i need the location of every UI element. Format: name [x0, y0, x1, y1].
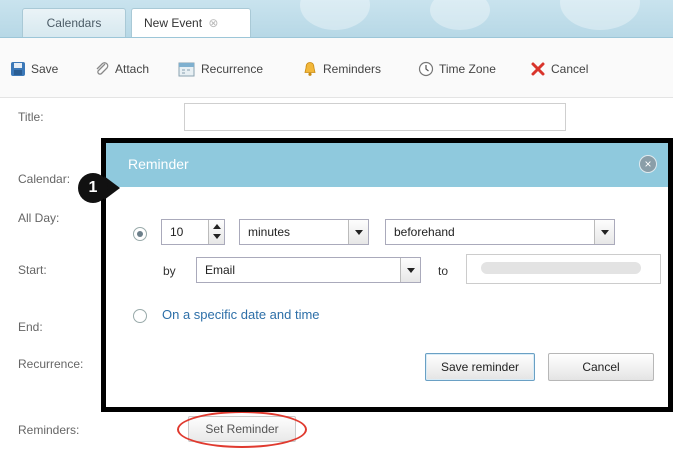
method-select[interactable]: Email: [196, 257, 421, 283]
cancel-button[interactable]: Cancel: [530, 58, 588, 80]
amount-stepper[interactable]: 10: [161, 219, 225, 245]
unit-select[interactable]: minutes: [239, 219, 369, 245]
attach-label: Attach: [115, 62, 150, 76]
clock-icon: [418, 61, 434, 77]
to-label: to: [438, 264, 449, 278]
dialog-header: Reminder ×: [106, 143, 668, 187]
cancel-label: Cancel: [551, 62, 589, 76]
save-reminder-button[interactable]: Save reminder: [425, 353, 535, 381]
step-callout: 1: [78, 173, 108, 203]
reminder-dialog: Reminder × 10 minutes beforehand by Emai…: [101, 138, 673, 412]
reminders-button[interactable]: Reminders: [302, 58, 381, 80]
recipient-field[interactable]: [466, 254, 661, 284]
specific-date-radio[interactable]: [133, 309, 147, 323]
time-zone-label: Time Zone: [439, 62, 496, 76]
calendar-icon: [178, 62, 195, 77]
tab-new-event-label: New Event: [144, 16, 203, 30]
recurrence-button[interactable]: Recurrence: [178, 58, 263, 80]
background-decoration: [300, 0, 370, 30]
unit-value: minutes: [248, 225, 291, 239]
chevron-down-icon: [400, 258, 420, 282]
recurrence-label: Recurrence: [201, 62, 264, 76]
method-value: Email: [205, 263, 236, 277]
close-icon[interactable]: ×: [639, 155, 657, 173]
specific-date-label[interactable]: On a specific date and time: [162, 307, 320, 322]
chevron-down-icon: [348, 220, 368, 244]
attach-button[interactable]: Attach: [94, 58, 149, 80]
relative-time-radio[interactable]: [133, 227, 147, 241]
tab-calendars-label: Calendars: [46, 16, 102, 30]
background-decoration: [560, 0, 640, 30]
stepper-arrows-icon[interactable]: [208, 220, 224, 244]
redacted-recipient: [481, 262, 641, 274]
close-tab-icon[interactable]: ⊗: [208, 16, 218, 30]
tab-calendars[interactable]: Calendars: [22, 8, 126, 37]
recurrence-field-label: Recurrence:: [18, 357, 84, 371]
paperclip-icon: [96, 62, 109, 75]
reminders-field-label: Reminders:: [18, 423, 80, 437]
all-day-label: All Day:: [18, 211, 60, 225]
bell-icon: [304, 62, 316, 76]
time-zone-button[interactable]: Time Zone: [418, 58, 496, 80]
highlight-oval: [177, 411, 307, 448]
dialog-title: Reminder: [128, 156, 189, 172]
reminders-label: Reminders: [323, 62, 382, 76]
end-label: End:: [18, 320, 43, 334]
floppy-icon: [11, 62, 25, 76]
amount-value: 10: [170, 225, 184, 239]
event-toolbar: Save Attach Recurrence Reminders Time Zo…: [0, 38, 673, 98]
tab-bar: Calendars New Event ⊗: [0, 0, 673, 38]
save-label: Save: [31, 62, 59, 76]
calendar-label: Calendar:: [18, 172, 71, 186]
title-input[interactable]: [184, 103, 566, 131]
background-decoration: [430, 0, 490, 30]
start-label: Start:: [18, 263, 47, 277]
timing-select[interactable]: beforehand: [385, 219, 615, 245]
cancel-reminder-button[interactable]: Cancel: [548, 353, 654, 381]
chevron-down-icon: [594, 220, 614, 244]
by-label: by: [163, 264, 176, 278]
timing-value: beforehand: [394, 225, 455, 239]
save-button[interactable]: Save: [10, 58, 58, 80]
x-icon: [531, 62, 545, 76]
tab-new-event[interactable]: New Event ⊗: [131, 8, 251, 37]
title-label: Title:: [18, 110, 44, 124]
